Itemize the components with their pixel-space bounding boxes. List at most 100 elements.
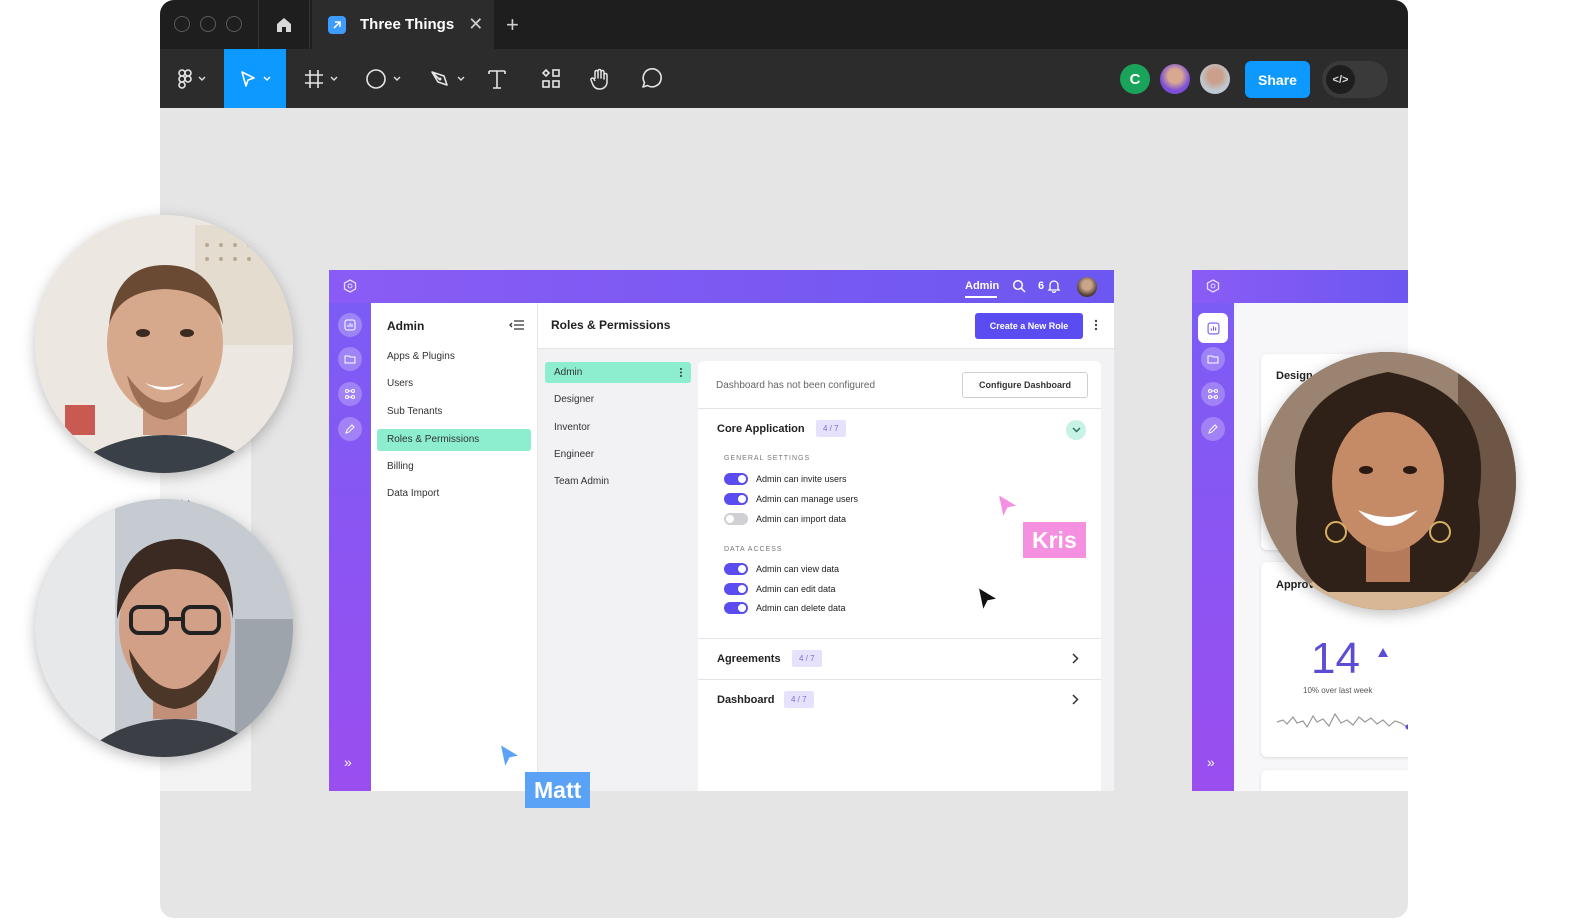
section-title-agreements[interactable]: Agreements [717,653,781,665]
divider [698,408,1101,409]
comment-icon [642,67,662,88]
metric-value: 14 [1311,634,1360,683]
main-menu-button[interactable] [160,49,224,108]
participant-video-icon [35,215,293,473]
matt-cursor-label: Matt [525,772,591,808]
permission-toggle[interactable] [724,473,748,485]
expand-rail-button[interactable]: » [1207,754,1215,770]
configure-dashboard-button[interactable]: Configure Dashboard [962,372,1088,398]
expand-rail-button[interactable]: » [344,754,352,770]
sidebar-title: Admin [387,319,425,333]
role-item-admin[interactable]: Admin [545,362,691,383]
figma-file-icon [328,15,346,34]
close-window-button[interactable] [174,16,190,32]
maximize-window-button[interactable] [226,16,242,32]
frame-tool-button[interactable] [296,49,346,108]
more-options-icon[interactable] [1094,319,1098,331]
general-settings-label: GENERAL SETTINGS [724,455,811,462]
folder-icon [1207,355,1219,364]
sidebar-item-sub-tenants[interactable]: Sub Tenants [377,401,531,423]
permission-toggle[interactable] [724,602,748,614]
chevron-down-icon [457,76,465,81]
admin-app-frame: Admin 6 » Admin Apps & Plugins Users Sub… [329,270,1114,791]
divider [698,638,1101,639]
metric-caption: 10% over last week [1303,686,1373,695]
kris-cursor-label: Kris [1023,522,1086,558]
home-button[interactable] [258,0,310,49]
avatar[interactable] [1160,64,1190,94]
sidebar-item-data-import[interactable]: Data Import [377,483,531,505]
bell-icon[interactable] [1047,279,1061,293]
sidebar-item-apps-plugins[interactable]: Apps & Plugins [377,346,531,368]
files-nav-button[interactable] [338,347,362,371]
workflow-nav-button[interactable] [1201,382,1225,406]
text-tool-button[interactable] [482,49,512,108]
permission-count-badge: 4 / 7 [792,650,822,667]
pencil-icon [345,424,355,434]
resources-tool-button[interactable] [536,49,566,108]
minimize-window-button[interactable] [200,16,216,32]
hand-tool-button[interactable] [585,49,615,108]
files-nav-button[interactable] [1201,347,1225,371]
edit-nav-button[interactable] [338,417,362,441]
avatar[interactable] [1077,277,1097,297]
trend-up-icon [1378,648,1388,657]
more-options-icon[interactable] [679,367,683,378]
sidebar-item-users[interactable]: Users [377,373,531,395]
permission-toggle[interactable] [724,513,748,525]
collapse-sidebar-icon[interactable] [509,319,525,331]
permission-toggle[interactable] [724,563,748,575]
window-controls [174,16,242,32]
section-title-core-application[interactable]: Core Application [717,423,805,435]
sidebar-item-roles-permissions[interactable]: Roles & Permissions [377,429,531,451]
top-nav-admin[interactable]: Admin [965,280,999,292]
page-content: Admin Designer Inventor Engineer Team Ad… [538,349,1114,791]
avatar[interactable] [1200,64,1230,94]
permission-toggle[interactable] [724,493,748,505]
flow-icon [1208,389,1218,399]
analytics-nav-button[interactable] [1198,313,1228,343]
comment-tool-button[interactable] [636,49,666,108]
permission-toggle[interactable] [724,583,748,595]
analytics-nav-button[interactable] [338,313,362,337]
role-item-team-admin[interactable]: Team Admin [545,471,691,492]
search-icon[interactable] [1012,279,1026,293]
move-tool-button[interactable] [224,49,286,108]
permission-row: Admin can manage users [724,492,858,506]
sidebar-item-billing[interactable]: Billing [377,456,531,478]
workflow-nav-button[interactable] [338,382,362,406]
permission-count-badge: 4 / 7 [784,691,814,708]
pencil-icon [1208,424,1218,434]
section-title-dashboard[interactable]: Dashboard [717,694,774,706]
shape-tool-button[interactable] [358,49,408,108]
chevron-right-icon[interactable] [1072,653,1079,664]
collaborator-avatars: C [1120,64,1230,94]
role-item-inventor[interactable]: Inventor [545,417,691,438]
notification-count: 6 [1038,280,1045,292]
pen-tool-button[interactable] [422,49,472,108]
folder-icon [344,355,356,364]
tab-three-things[interactable]: Three Things ✕ [312,0,494,49]
chevron-down-icon [1072,427,1080,433]
close-tab-icon[interactable]: ✕ [468,14,483,35]
permission-row: Admin can delete data [724,601,846,615]
edit-nav-button[interactable] [1201,417,1225,441]
permission-label: Admin can delete data [756,603,846,613]
dev-mode-toggle[interactable]: </> [1322,61,1388,98]
role-item-engineer[interactable]: Engineer [545,444,691,465]
create-role-button[interactable]: Create a New Role [975,313,1083,339]
page-title: Roles & Permissions [551,318,671,332]
figma-logo-icon [178,68,192,89]
new-tab-button[interactable]: + [506,12,519,38]
role-item-designer[interactable]: Designer [545,389,691,410]
share-button[interactable]: Share [1245,61,1310,98]
avatar[interactable]: C [1120,64,1150,94]
permission-count-badge: 4 / 7 [816,420,846,437]
frame-icon [305,69,323,88]
permissions-panel: Dashboard has not been configured Config… [698,361,1101,791]
collapse-section-button[interactable] [1066,420,1086,440]
page-header: Roles & Permissions Create a New Role [538,303,1114,349]
chevron-right-icon[interactable] [1072,694,1079,705]
pointer-cursor-icon [977,586,999,612]
permission-row: Admin can view data [724,562,839,576]
